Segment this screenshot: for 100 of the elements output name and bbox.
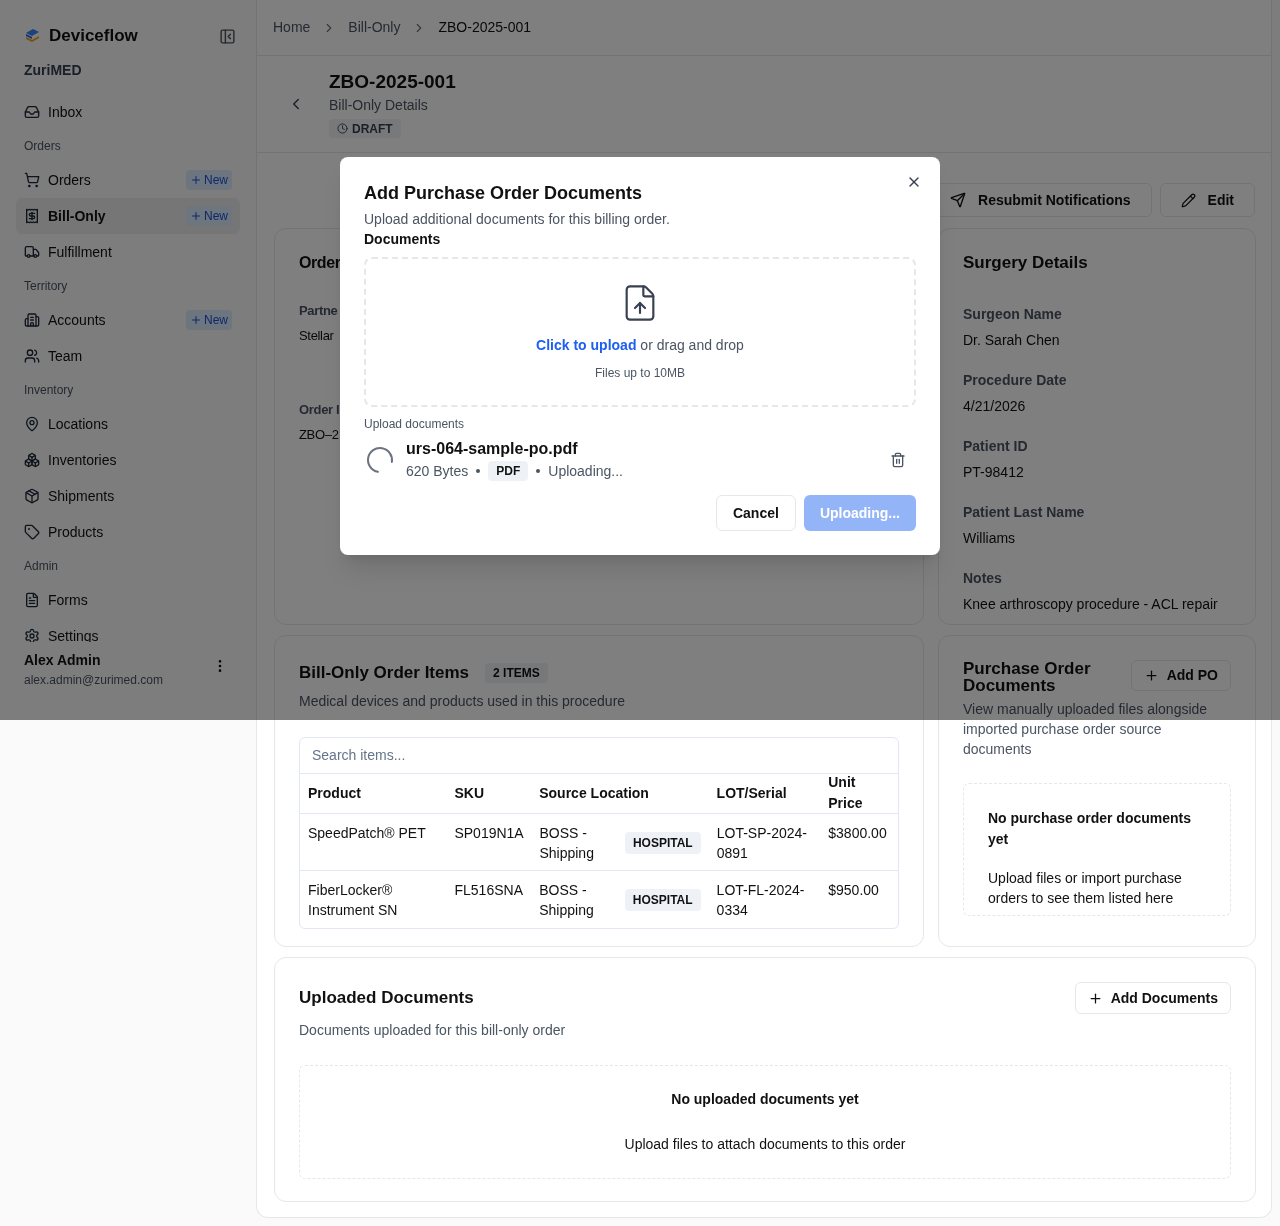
column-header: Product	[307, 783, 362, 803]
organization-name: ZuriMED	[24, 60, 82, 80]
file-type-tag: PDF	[488, 461, 529, 481]
field-value: Dr. Sarah Chen	[963, 331, 1060, 350]
dialog-description: Upload additional documents for this billing order.	[364, 210, 671, 229]
card-description: Medical devices and products used in this procedure	[299, 691, 627, 711]
sidebar-item[interactable]: Inbox	[16, 94, 240, 130]
column-header: LOT/Serial	[715, 783, 788, 803]
location-tag: HOSPITAL	[624, 831, 701, 854]
file-name: urs-064-sample-po.pdf	[406, 438, 579, 459]
inbox-icon	[24, 104, 40, 120]
new-badge[interactable]: New	[186, 206, 232, 226]
status-badge: DRAFT	[329, 119, 401, 138]
document-icon	[24, 592, 40, 608]
field-value: ZBO–2	[299, 425, 339, 444]
table-cell-text: SpeedPatch® PET	[307, 823, 427, 843]
settings-icon	[24, 628, 40, 642]
plus-icon	[190, 314, 202, 326]
new-badge[interactable]: New	[186, 310, 232, 330]
logo-icon	[24, 27, 41, 45]
card-title: Uploaded Documents	[299, 987, 474, 1010]
field-value: PT-98412	[963, 463, 1024, 482]
item-count-badge: 2 ITEMS	[485, 662, 548, 683]
sidebar-item[interactable]: Inventories	[16, 442, 240, 478]
dropzone-text: Click to upload or drag and drop	[536, 335, 744, 355]
table-cell-text: BOSS - Shipping	[539, 823, 595, 863]
card-title: Bill-Only Order Items	[299, 662, 470, 684]
boxes-icon	[24, 452, 40, 468]
table-cell-text: FL516SNA	[453, 880, 524, 900]
plus-icon	[190, 174, 202, 186]
section-heading: Inventory	[24, 382, 74, 399]
card-title: Surgery Details	[963, 252, 1089, 274]
empty-title: No uploaded documents yet	[671, 1090, 859, 1109]
sidebar-item[interactable]: Accounts New	[16, 302, 240, 338]
map-pin-icon	[24, 416, 40, 432]
field-value: Stellar	[299, 326, 334, 345]
section-heading: Admin	[24, 558, 58, 575]
plus-icon	[1143, 668, 1159, 683]
field-value: 4/21/2026	[963, 397, 1026, 416]
table-cell-text: LOT-SP-2024-0891	[715, 823, 808, 863]
user-name: Alex Admin	[24, 651, 102, 670]
plus-icon	[1087, 990, 1103, 1006]
field-label: Procedure Date	[963, 371, 1067, 390]
receipt-icon	[24, 208, 40, 224]
truck-icon	[24, 244, 40, 260]
clock-icon	[337, 123, 348, 134]
field-label: Patient Last Name	[963, 503, 1085, 522]
card-description: View manually uploaded files alongside imported purchase order source documents	[963, 700, 1209, 759]
section-heading: Territory	[24, 278, 68, 295]
sidebar-item[interactable]: Locations	[16, 406, 240, 442]
file-size: 620 Bytes	[406, 461, 469, 481]
field-label: Documents	[364, 230, 442, 249]
field-label: Partne	[299, 302, 338, 320]
column-header: Unit Price	[827, 773, 864, 813]
add-po-button[interactable]: Add PO	[1130, 660, 1231, 691]
dropzone[interactable]: Click to upload or drag and drop Files up to 10MB	[364, 257, 916, 407]
column-header: Source Location	[538, 783, 650, 803]
table-cell-text: $3800.00	[827, 823, 888, 843]
sidebar-item[interactable]: Orders New	[16, 162, 240, 198]
new-badge[interactable]: New	[186, 170, 232, 190]
dialog-title: Add Purchase Order Documents	[364, 182, 644, 205]
location-tag: HOSPITAL	[624, 888, 701, 911]
sidebar-item[interactable]: Bill-Only New	[16, 198, 240, 234]
collapse-sidebar-icon[interactable]	[219, 27, 236, 45]
breadcrumb-link[interactable]: Bill-Only	[348, 17, 401, 38]
field-label: Order I	[299, 401, 340, 419]
field-label: Patient ID	[963, 437, 1028, 456]
page-subtitle: Bill-Only Details	[329, 96, 429, 115]
empty-text: Upload files to attach documents to this order	[624, 1135, 906, 1154]
table-cell-text: LOT-FL-2024-0334	[715, 880, 806, 920]
breadcrumb-link[interactable]: ZBO-2025-001	[438, 17, 532, 38]
table-cell-text: SP019N1A	[453, 823, 525, 843]
card-title: Order	[299, 253, 341, 273]
building-icon	[24, 312, 40, 328]
sidebar-item[interactable]: Products	[16, 514, 240, 550]
section-heading: Orders	[24, 138, 61, 155]
breadcrumb-link[interactable]: Home	[273, 17, 311, 38]
send-icon	[950, 192, 967, 208]
list-label: Upload documents	[364, 416, 466, 432]
field-value: Knee arthroscopy procedure - ACL repair	[963, 595, 1218, 614]
cancel-button[interactable]: Cancel	[715, 495, 796, 531]
card-description: Documents uploaded for this bill-only order	[299, 1021, 567, 1040]
users-icon	[24, 348, 40, 364]
field-label: Notes	[963, 569, 1002, 588]
add-documents-button[interactable]: Add Documents	[1074, 982, 1231, 1014]
search-field[interactable]: Search items...	[300, 737, 898, 774]
user-email: alex.admin@zurimed.com	[24, 672, 163, 689]
tag-icon	[24, 524, 40, 540]
sidebar-item[interactable]: Shipments	[16, 478, 240, 514]
delete-icon[interactable]	[890, 452, 906, 468]
sidebar-item[interactable]: Team	[16, 338, 240, 374]
sidebar-item[interactable]: Forms	[16, 582, 240, 618]
sidebar-item[interactable]: Fulfillment	[16, 234, 240, 270]
empty-text: Upload files or import purchase orders to see them listed here	[988, 869, 1183, 908]
pencil-icon	[1180, 192, 1196, 208]
plus-icon	[190, 210, 202, 222]
cart-icon	[24, 172, 40, 188]
table-cell-text: $950.00	[827, 880, 880, 900]
edit-button[interactable]: Edit	[1159, 183, 1255, 217]
brand-name: Deviceflow	[49, 25, 138, 48]
